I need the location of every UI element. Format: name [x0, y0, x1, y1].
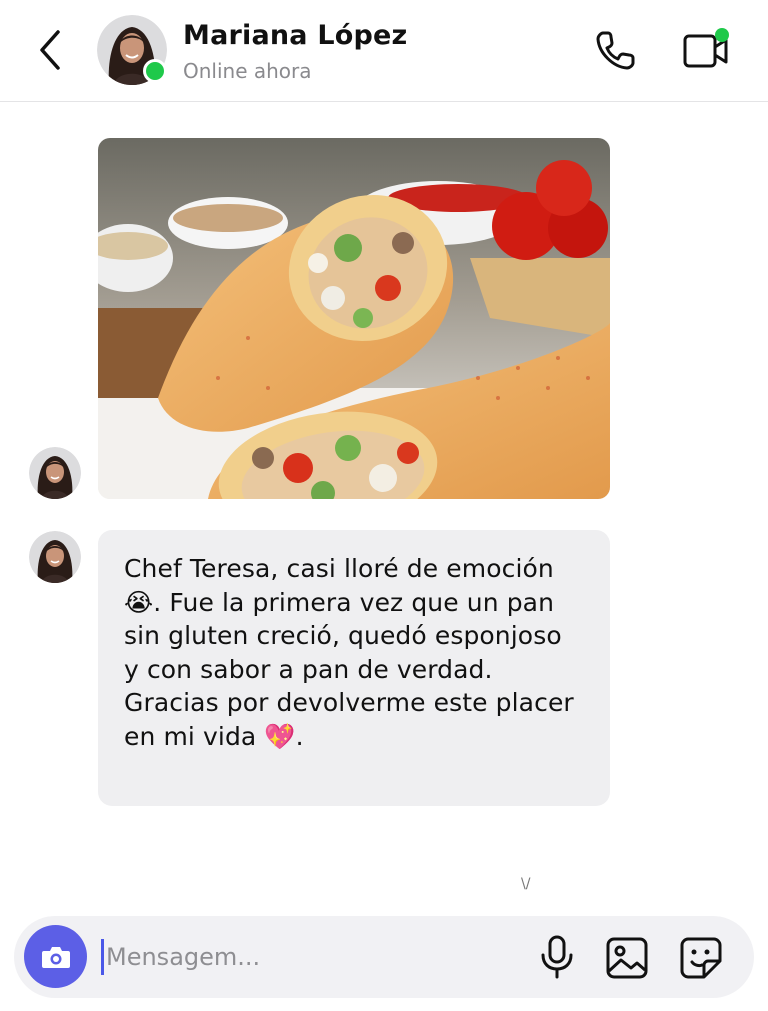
image-gallery-icon — [606, 937, 648, 979]
sticker-button[interactable] — [678, 935, 724, 981]
gallery-button[interactable] — [604, 935, 650, 981]
chat-header: Mariana López Online ahora — [0, 0, 768, 102]
microphone-button[interactable] — [538, 934, 576, 980]
back-button[interactable] — [30, 26, 70, 74]
video-call-button[interactable] — [682, 26, 732, 72]
call-button[interactable] — [593, 27, 639, 73]
food-photo — [98, 138, 610, 499]
message-composer — [14, 916, 754, 998]
image-message[interactable] — [98, 138, 610, 499]
chevron-left-icon — [40, 30, 60, 70]
sender-avatar[interactable] — [29, 531, 81, 583]
text-caret — [101, 939, 104, 975]
message-text: Chef Teresa, casi lloré de emoción 😭. Fu… — [124, 554, 574, 751]
camera-button[interactable] — [24, 925, 87, 988]
sticker-icon — [680, 937, 722, 979]
video-call-icon — [683, 28, 729, 68]
camera-icon — [41, 946, 70, 968]
scroll-down-indicator[interactable]: \/ — [521, 876, 530, 892]
sender-avatar[interactable] — [29, 447, 81, 499]
text-message-bubble[interactable]: Chef Teresa, casi lloré de emoción 😭. Fu… — [98, 530, 610, 806]
message-input[interactable] — [106, 934, 506, 980]
online-status-dot — [143, 59, 167, 83]
microphone-icon — [541, 935, 573, 979]
phone-icon — [596, 31, 635, 70]
contact-avatar[interactable] — [97, 15, 167, 85]
contact-status: Online ahora — [183, 59, 312, 83]
contact-name[interactable]: Mariana López — [183, 20, 407, 51]
